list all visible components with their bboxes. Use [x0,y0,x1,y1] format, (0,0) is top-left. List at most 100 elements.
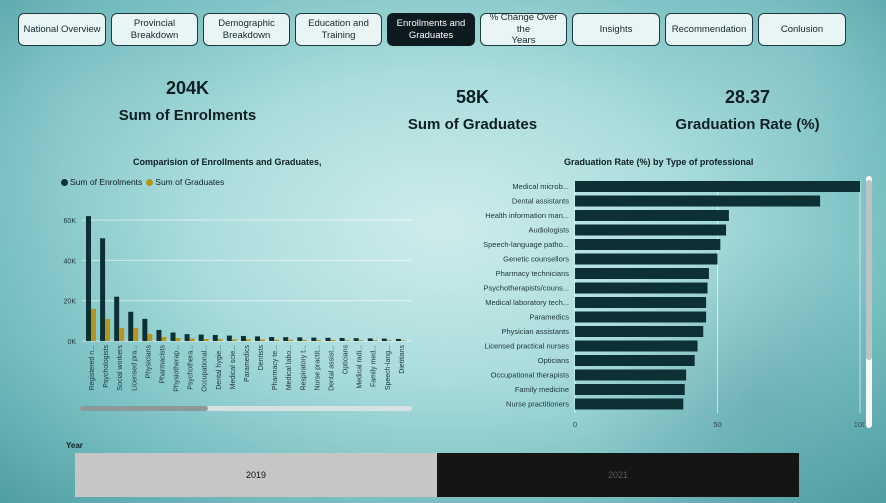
chart1-bar-graduates[interactable] [91,308,96,341]
chart2-xtick: 100 [854,420,865,429]
chart1-bar-graduates[interactable] [316,339,322,341]
kpi-enrolments-label: Sum of Enrolments [118,107,257,124]
chart1-bar-enrolments[interactable] [240,335,246,341]
chart1-bar-enrolments[interactable] [269,336,275,341]
chart1-bar-enrolments[interactable] [184,334,190,341]
chart2-bar[interactable] [575,181,860,192]
chart1-bar-graduates[interactable] [358,340,364,341]
chart1-xtick: Registered n... [89,345,96,391]
chart2-xtick: 0 [573,420,577,429]
chart1-bar-graduates[interactable] [189,338,195,341]
chart1-xtick: Psychologists [103,345,110,388]
chart1-title: Comparision of Enrollments and Graduates… [133,157,322,167]
chart1-bar-enrolments[interactable] [198,334,204,341]
chart2-bar[interactable] [575,195,821,207]
tab-provincial-breakdown[interactable]: Provincial Breakdown [111,13,198,46]
chart1-bar-graduates[interactable] [105,318,111,341]
year-option-2019[interactable]: 2019 [75,453,437,497]
chart1-legend: Sum of Enrolments Sum of Graduates [61,177,224,187]
legend-graduates: Sum of Graduates [146,177,224,187]
chart1-bar-enrolments[interactable] [395,338,401,341]
chart2-vertical-scrollbar[interactable] [866,176,872,428]
chart2-ytick: Physician assistants [501,327,569,336]
chart2-bar[interactable] [575,311,707,323]
tab-conlusion[interactable]: Conlusion [758,13,846,46]
chart1-bar-graduates[interactable] [330,339,336,341]
chart1-bar-graduates[interactable] [203,338,209,341]
chart1-ytick: 40K [64,258,77,265]
year-option-2021[interactable]: 2021 [437,453,799,497]
chart1-bar-enrolments[interactable] [311,337,317,341]
chart1-bar-enrolments[interactable] [367,338,373,341]
chart1-xtick: Respiratory t... [300,345,307,391]
chart2-title: Graduation Rate (%) by Type of professio… [564,157,754,167]
chart2-ytick: Genetic counsellors [503,255,569,264]
chart1-bar-enrolments[interactable] [353,338,359,341]
chart1-bar-graduates[interactable] [344,340,350,341]
chart1-bar-graduates[interactable] [288,339,294,341]
chart1-bar-graduates[interactable] [217,339,223,341]
tab-national-overview[interactable]: National Overview [18,13,106,46]
tab-insights[interactable]: Insights [572,13,660,46]
chart2-bar[interactable] [575,224,727,236]
chart2-bar[interactable] [575,398,684,410]
tab-demographic-breakdown[interactable]: Demographic Breakdown [203,13,290,46]
chart2-bar[interactable] [575,268,709,279]
chart2-bar[interactable] [575,340,698,352]
chart2-bar[interactable] [575,239,721,250]
chart1-bar-enrolments[interactable] [212,334,218,341]
chart1-bar-graduates[interactable] [274,339,280,341]
chart1-horizontal-scrollbar[interactable] [80,406,412,411]
chart2-bar[interactable] [575,210,729,221]
kpi-enrolments: 204K Sum of Enrolments [100,78,275,124]
chart1-bar-enrolments[interactable] [156,329,162,341]
chart1-bar-graduates[interactable] [400,340,406,341]
chart2-bar[interactable] [575,282,708,294]
chart1-bar-graduates[interactable] [119,327,125,341]
chart1-bar-enrolments[interactable] [170,332,176,341]
chart1-bar-enrolments[interactable] [226,335,232,341]
chart2-scroll-thumb[interactable] [866,180,872,360]
chart1-xtick: Physicians [145,345,152,379]
kpi-rate-label: Graduation Rate (%) [675,116,820,133]
chart1-bar-graduates[interactable] [245,339,251,341]
chart1-bar-enrolments[interactable] [114,296,120,341]
chart1-xtick: Dentists [258,345,265,371]
chart1-bar-enrolments[interactable] [255,336,261,341]
chart1-bar-graduates[interactable] [147,333,153,341]
chart1-ytick: 20K [64,299,77,306]
chart1-xtick: Dental assist... [328,345,335,391]
chart2-bar[interactable] [575,326,704,337]
chart1-bar-enrolments[interactable] [297,337,303,341]
chart1-bar-graduates[interactable] [133,327,139,341]
chart2-bar[interactable] [575,297,707,308]
chart1-bar-graduates[interactable] [302,339,308,341]
chart2-ytick: Occupational therapists [491,371,570,380]
chart1-bar-enrolments[interactable] [325,337,331,341]
chart2-bar[interactable] [575,355,695,366]
chart1-bar-graduates[interactable] [161,336,167,341]
chart1-bar-enrolments[interactable] [339,337,345,341]
chart1-bar-graduates[interactable] [386,340,392,341]
tab-recommendation[interactable]: Recommendation [665,13,753,46]
chart1-bar-graduates[interactable] [260,339,266,341]
chart1-bar-graduates[interactable] [175,337,181,341]
chart1-bar-enrolments[interactable] [142,318,148,341]
chart1-xtick: Social workers [117,345,124,391]
tab-enrollments-and-graduates[interactable]: Enrollments and Graduates [387,13,475,46]
tab-change-over-the-years[interactable]: % Change Over the Years [480,12,567,46]
chart1-bar-enrolments[interactable] [100,238,106,341]
chart1-xtick: Psychothera... [188,345,195,390]
chart1-bar-enrolments[interactable] [86,216,91,341]
chart1-bar-enrolments[interactable] [283,337,289,341]
tab-education-and-training[interactable]: Education and Training [295,13,382,46]
chart1-bar-graduates[interactable] [372,340,378,341]
chart1-bar-enrolments[interactable] [381,338,387,341]
chart2-bar[interactable] [575,369,687,381]
chart1-bar-enrolments[interactable] [128,311,134,341]
chart2-bar[interactable] [575,384,685,395]
chart2-bar[interactable] [575,253,718,265]
chart1-scroll-thumb[interactable] [80,406,208,411]
chart1-bar-graduates[interactable] [231,339,237,341]
kpi-graduates-value: 58K [455,87,490,107]
